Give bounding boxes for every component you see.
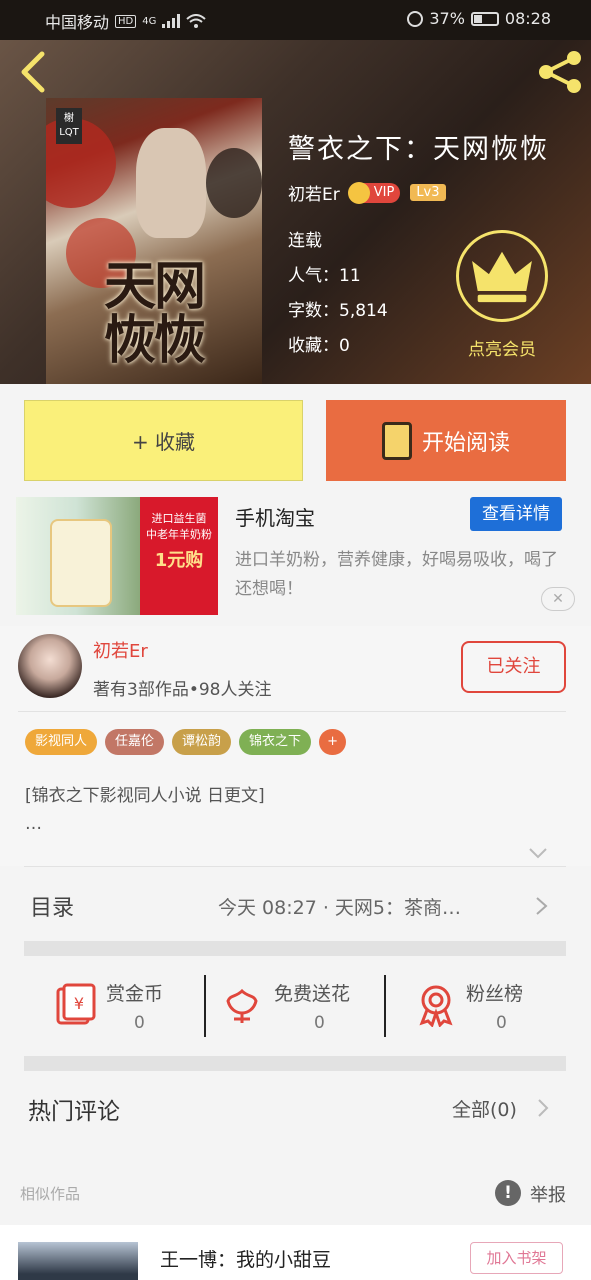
crown-icon <box>472 251 532 291</box>
divider <box>18 711 566 712</box>
flower-icon <box>226 988 258 1023</box>
ad-promo-panel: 进口益生菌 中老年羊奶粉 1元购 <box>140 497 218 615</box>
author-name-header[interactable]: 初若Er <box>288 180 340 205</box>
book-cover[interactable]: 榭 LQT 天网恢恢 <box>46 98 262 384</box>
reward-flowers[interactable]: 免费送花 0 <box>206 957 384 1054</box>
battery-percent: 37% <box>429 9 465 28</box>
similar-book-thumbnail[interactable] <box>18 1242 138 1280</box>
status-bar: 中国移动 HD 4G 37% 08:28 <box>0 0 591 40</box>
rewards-bar: ¥ 赏金币 0 免费送花 0 粉丝榜 0 <box>24 957 566 1054</box>
add-tag-button[interactable]: + <box>319 729 346 755</box>
svg-text:¥: ¥ <box>74 994 84 1013</box>
ad-description[interactable]: 进口羊奶粉，营养健康，好喝易吸收，喝了还想喝！ <box>235 546 565 604</box>
tag-item[interactable]: 谭松韵 <box>172 729 232 755</box>
follow-button[interactable]: 已关注 <box>461 641 566 693</box>
similar-works-label: 相似作品 <box>20 1185 81 1203</box>
battery-icon <box>470 11 499 26</box>
tag-item[interactable]: 影视同人 <box>25 729 98 755</box>
hd-badge: HD <box>115 14 137 28</box>
signal-icon <box>162 14 181 28</box>
ad-close-icon[interactable]: ✕ <box>541 587 575 611</box>
tag-item[interactable]: 任嘉伦 <box>105 729 165 755</box>
book-icon <box>381 421 412 460</box>
list-item[interactable]: 王一博：我的小甜豆 加入书架 <box>0 1225 591 1280</box>
catalog-label[interactable]: 目录 <box>30 890 74 922</box>
carrier-label: 中国移动 <box>45 13 110 32</box>
vip-cta-label[interactable]: 点亮会员 <box>456 335 548 360</box>
start-reading-button[interactable]: 开始阅读 <box>326 400 566 481</box>
latest-chapter[interactable]: 今天 08:27 · 天网5：茶商… <box>218 893 461 920</box>
vip-badge: VIP <box>347 181 401 204</box>
section-divider <box>24 1056 566 1071</box>
cover-title: 天网恢恢 <box>104 256 206 371</box>
reward-coins[interactable]: ¥ 赏金币 0 <box>24 957 204 1054</box>
chevron-right-icon[interactable] <box>534 896 550 916</box>
ad-detail-button[interactable]: 查看详情 <box>470 497 562 531</box>
all-comments-link[interactable]: 全部(0) <box>452 1095 517 1122</box>
clock: 08:28 <box>504 9 551 28</box>
serial-status: 连载 <box>288 231 322 251</box>
report-button[interactable]: 举报 <box>530 1181 566 1207</box>
favorites-count: 收藏：0 <box>288 336 350 356</box>
ad-image[interactable]: 进口益生菌 中老年羊奶粉 1元购 <box>16 497 218 615</box>
red-envelope-icon: ¥ <box>56 983 96 1025</box>
author-row: 初若Er VIP Lv3 <box>288 180 446 205</box>
section-divider <box>24 941 566 956</box>
level-badge: Lv3 <box>410 184 446 201</box>
collect-button[interactable]: + 收藏 <box>24 400 303 481</box>
author-stats: 著有3部作品•98人关注 <box>93 680 272 700</box>
milk-can-image <box>50 519 112 607</box>
medal-icon <box>419 985 453 1027</box>
reward-fans-rank[interactable]: 粉丝榜 0 <box>386 957 566 1054</box>
network-type: 4G <box>142 15 157 27</box>
crown-icon <box>347 181 370 204</box>
similar-book-title[interactable]: 王一博：我的小甜豆 <box>160 1245 331 1272</box>
avatar[interactable] <box>18 634 82 698</box>
chevron-down-icon[interactable] <box>528 843 548 863</box>
tag-list: 影视同人 任嘉伦 谭松韵 锦衣之下 + <box>25 729 346 755</box>
add-to-shelf-button[interactable]: 加入书架 <box>470 1242 563 1274</box>
book-title: 警衣之下：天网恢恢 <box>288 134 549 165</box>
author-name[interactable]: 初若Er <box>93 637 148 663</box>
vip-crown-button[interactable] <box>456 230 548 322</box>
tag-item[interactable]: 锦衣之下 <box>239 729 312 755</box>
divider <box>24 866 566 867</box>
word-count: 字数：5,814 <box>288 301 388 321</box>
chevron-right-icon[interactable] <box>536 1098 550 1118</box>
book-description[interactable]: [锦衣之下影视同人小说 日更文] … <box>25 782 265 838</box>
ad-title[interactable]: 手机淘宝 <box>235 502 315 531</box>
cover-publisher-logo: 榭 LQT <box>56 108 82 144</box>
back-icon[interactable] <box>16 50 50 94</box>
popularity: 人气：11 <box>288 266 361 286</box>
share-icon[interactable] <box>536 50 584 94</box>
hot-comments-label: 热门评论 <box>28 1099 120 1125</box>
wifi-icon <box>186 14 207 28</box>
alarm-icon <box>407 10 424 27</box>
report-icon[interactable]: ! <box>495 1180 521 1206</box>
